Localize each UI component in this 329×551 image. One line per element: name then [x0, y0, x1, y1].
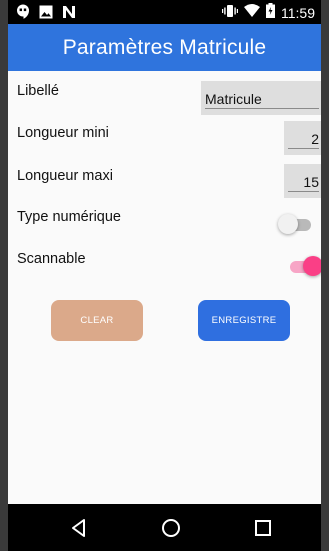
image-icon: [39, 5, 53, 24]
type-numerique-label: Type numérique: [17, 209, 121, 225]
n-notification-icon: [62, 5, 76, 24]
type-numerique-toggle[interactable]: [278, 214, 314, 236]
save-button-label: ENREGISTRE: [211, 315, 277, 326]
recents-icon[interactable]: [252, 517, 274, 539]
wifi-icon: [244, 4, 260, 22]
save-button[interactable]: ENREGISTRE: [198, 300, 290, 341]
status-bar: 11:59: [8, 0, 321, 24]
battery-icon: [266, 3, 275, 23]
longueur-mini-field[interactable]: 2: [284, 121, 321, 155]
toggle-thumb: [278, 214, 298, 234]
app-screen: 11:59 Paramètres Matricule Libellé Matri…: [8, 0, 321, 551]
navigation-bar: [8, 504, 321, 551]
toggle-thumb: [303, 256, 321, 276]
scannable-label: Scannable: [17, 251, 86, 267]
clear-button[interactable]: CLEAR: [51, 300, 143, 341]
longueur-maxi-input[interactable]: 15: [288, 174, 319, 192]
page-title: Paramètres Matricule: [62, 35, 267, 59]
vibrate-icon: [222, 4, 238, 23]
app-bar: Paramètres Matricule: [8, 24, 321, 71]
clear-button-label: CLEAR: [80, 315, 114, 326]
libelle-label: Libellé: [17, 83, 59, 99]
longueur-maxi-label: Longueur maxi: [17, 168, 113, 184]
libelle-input[interactable]: Matricule: [205, 91, 319, 109]
longueur-mini-label: Longueur mini: [17, 125, 109, 141]
longueur-maxi-field[interactable]: 15: [284, 164, 321, 198]
longueur-mini-input[interactable]: 2: [288, 131, 319, 149]
scannable-toggle[interactable]: [287, 256, 321, 278]
home-icon[interactable]: [160, 517, 182, 539]
libelle-field[interactable]: Matricule: [201, 81, 321, 115]
back-icon[interactable]: [68, 517, 90, 539]
status-time: 11:59: [281, 5, 315, 21]
hangouts-icon: [16, 4, 30, 24]
